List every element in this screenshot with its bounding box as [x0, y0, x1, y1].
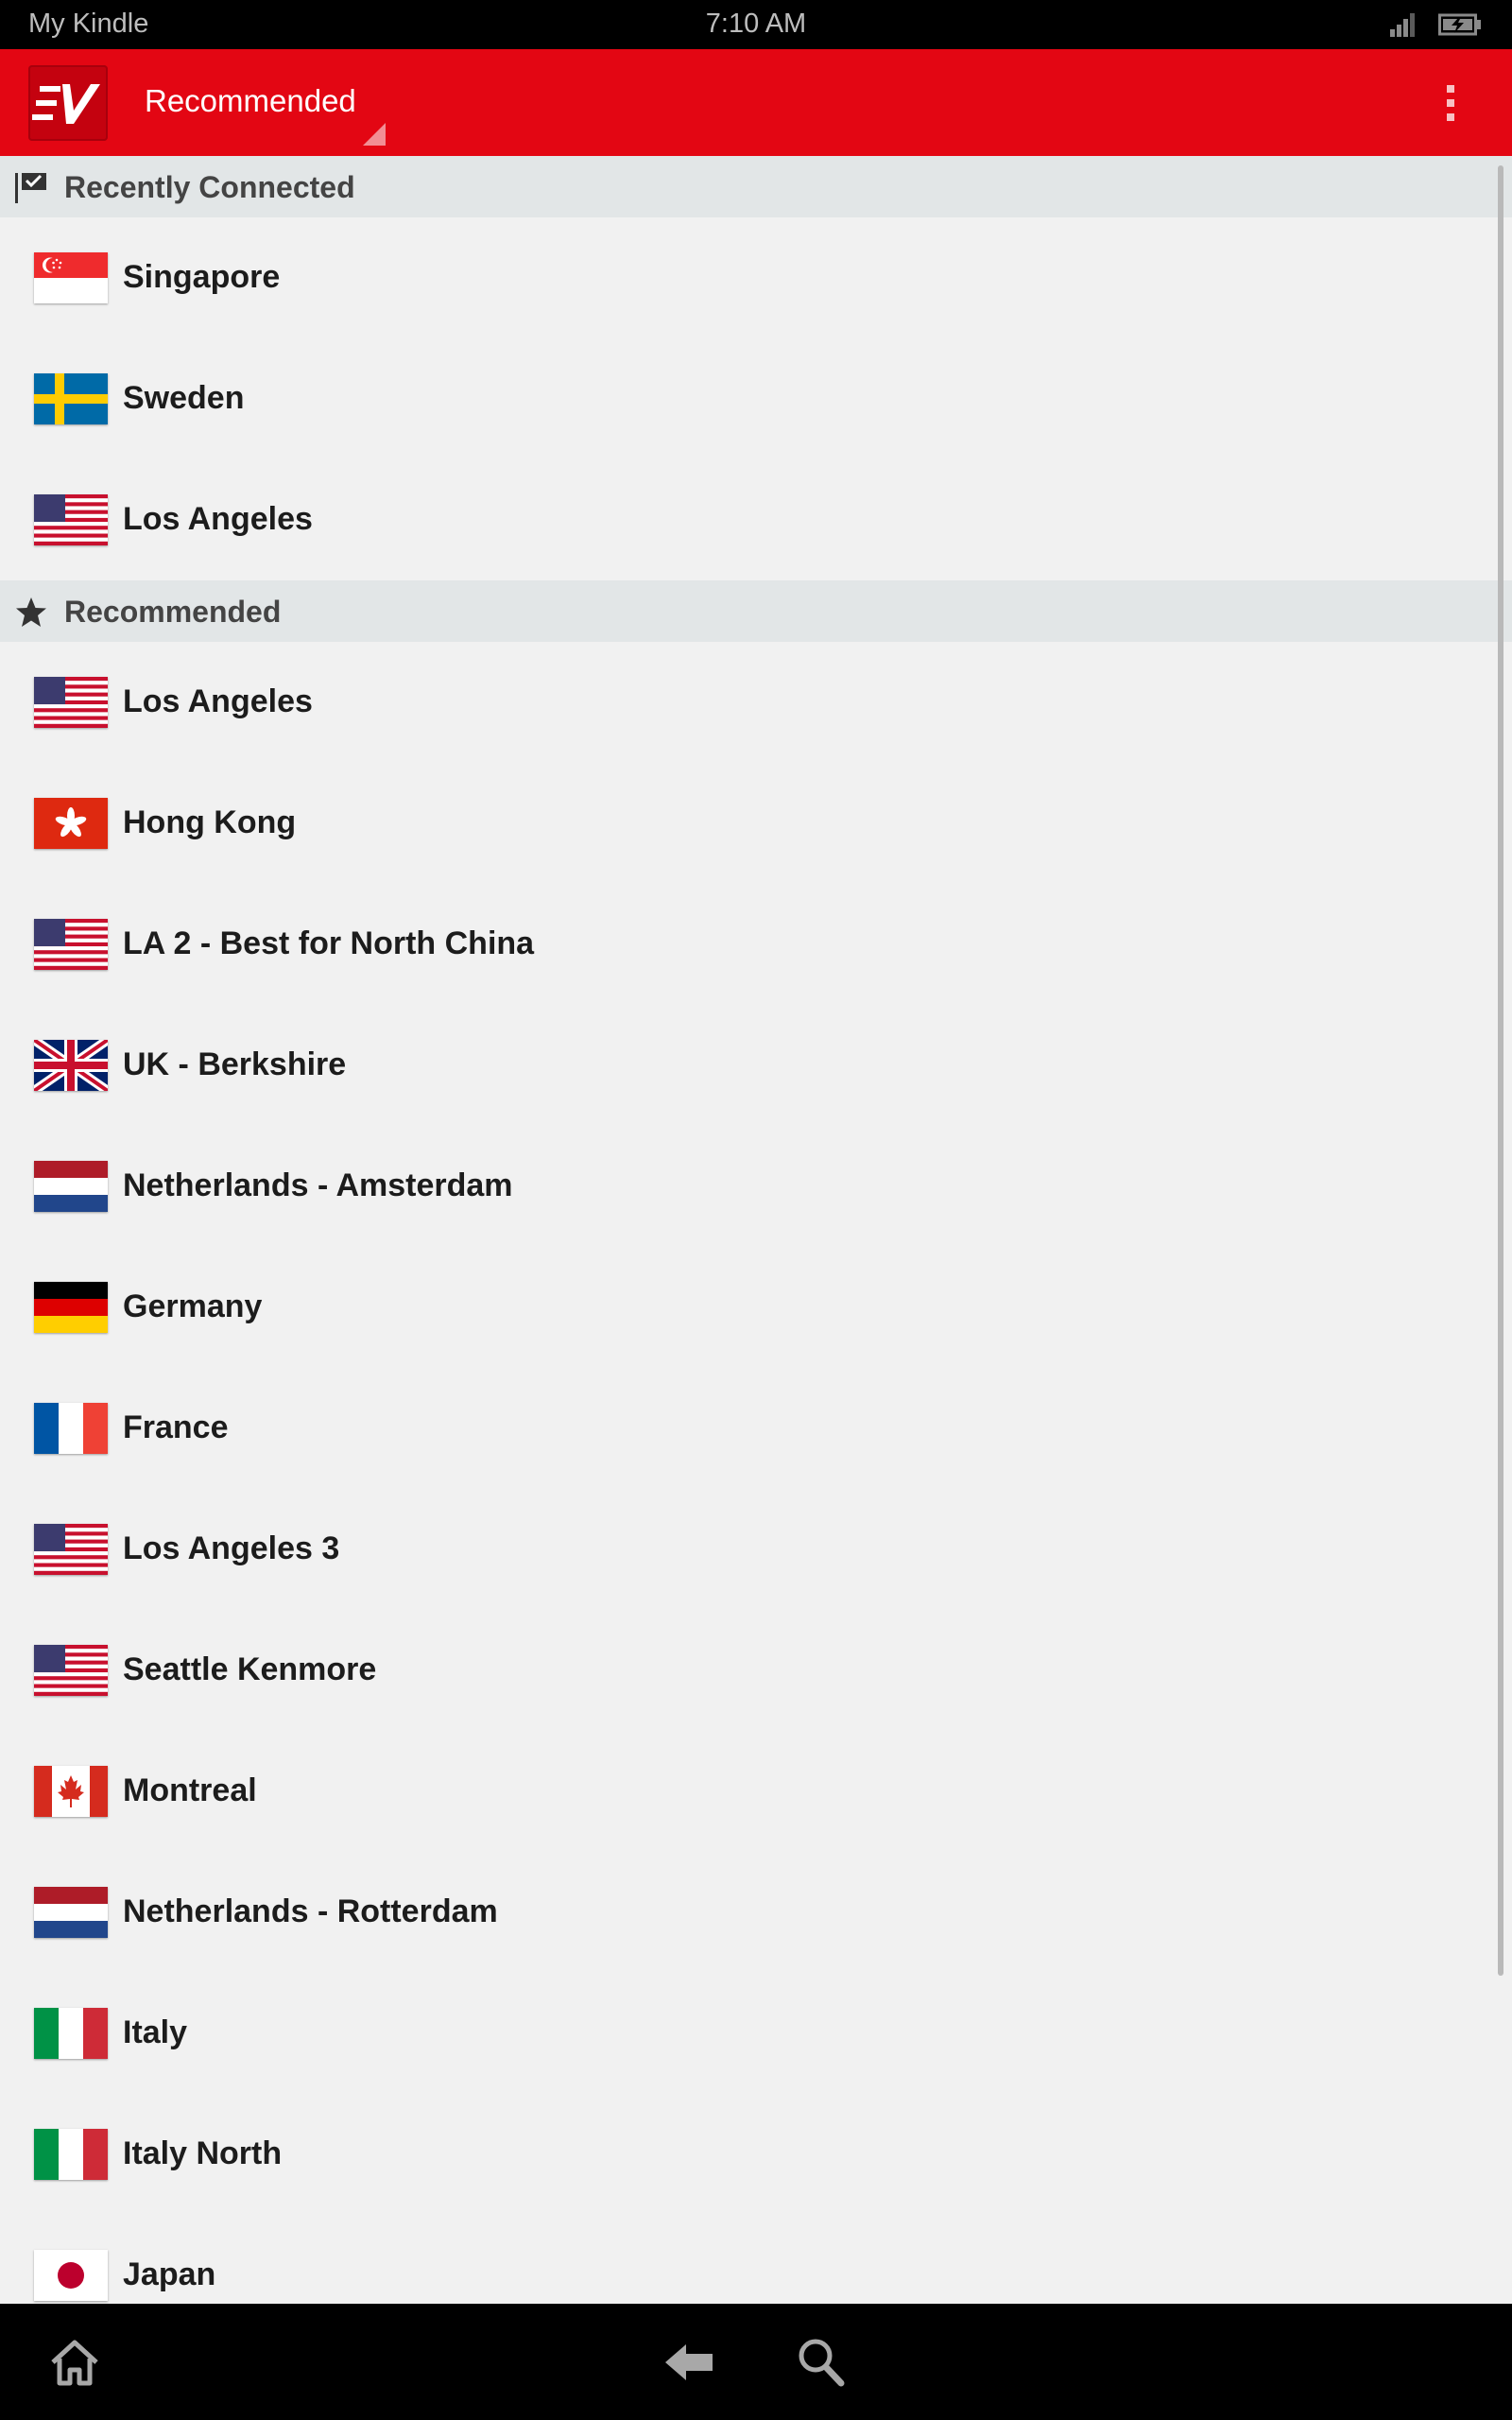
location-label: Los Angeles [123, 683, 313, 719]
location-item[interactable]: Netherlands - Amsterdam [0, 1126, 1512, 1247]
location-label: Seattle Kenmore [123, 1651, 377, 1687]
location-label: Singapore [123, 259, 281, 295]
location-item[interactable]: Seattle Kenmore [0, 1610, 1512, 1731]
location-label: Japan [123, 2256, 216, 2292]
usa-flag-icon [34, 1645, 108, 1696]
status-bar: My Kindle 7:10 AM [0, 0, 1512, 49]
home-icon[interactable] [49, 2338, 100, 2387]
italy-flag-icon [34, 2008, 108, 2059]
search-icon[interactable] [796, 2336, 845, 2387]
location-item[interactable]: France [0, 1368, 1512, 1489]
list-scrollbar[interactable] [1498, 165, 1503, 1976]
netherlands-flag-icon [34, 1161, 108, 1212]
star-icon [16, 597, 46, 627]
overflow-menu-icon[interactable] [1436, 70, 1465, 136]
location-item[interactable]: Japan [0, 2215, 1512, 2304]
usa-flag-icon [34, 677, 108, 728]
location-label: Netherlands - Amsterdam [123, 1167, 513, 1203]
location-label: France [123, 1409, 229, 1445]
location-item[interactable]: Netherlands - Rotterdam [0, 1852, 1512, 1973]
location-label: Italy [123, 2014, 188, 2050]
app-bar: Recommended [0, 49, 1512, 156]
location-item[interactable]: UK - Berkshire [0, 1005, 1512, 1126]
section-header-recently-connected: Recently Connected [0, 156, 1512, 217]
location-label: Sweden [123, 380, 245, 416]
usa-flag-icon [34, 1524, 108, 1575]
location-item[interactable]: Los Angeles [0, 459, 1512, 580]
back-icon[interactable] [663, 2342, 714, 2383]
location-item[interactable]: Italy North [0, 2094, 1512, 2215]
hong-kong-flag-icon [34, 798, 108, 849]
sweden-flag-icon [34, 373, 108, 424]
location-label: Hong Kong [123, 804, 297, 840]
location-label: Los Angeles [123, 501, 313, 537]
italy-flag-icon [34, 2129, 108, 2180]
canada-flag-icon [34, 1766, 108, 1817]
location-item[interactable]: Sweden [0, 338, 1512, 459]
location-item[interactable]: Italy [0, 1973, 1512, 2094]
battery-charging-icon [1438, 13, 1481, 36]
location-label: Italy North [123, 2135, 283, 2171]
usa-flag-icon [34, 494, 108, 545]
location-label: Los Angeles 3 [123, 1530, 340, 1566]
location-label: UK - Berkshire [123, 1046, 347, 1082]
uk-flag-icon [34, 1040, 108, 1091]
expressvpn-logo-icon[interactable] [28, 65, 108, 141]
section-label: Recently Connected [64, 170, 355, 204]
location-item[interactable]: Singapore [0, 217, 1512, 338]
location-item[interactable]: Montreal [0, 1731, 1512, 1852]
location-label: Germany [123, 1288, 263, 1324]
france-flag-icon [34, 1403, 108, 1454]
section-label: Recommended [64, 595, 282, 629]
location-item[interactable]: Los Angeles 3 [0, 1489, 1512, 1610]
location-label: Netherlands - Rotterdam [123, 1893, 498, 1929]
view-spinner[interactable]: Recommended [145, 83, 356, 119]
location-label: Montreal [123, 1772, 257, 1808]
location-item[interactable]: Germany [0, 1247, 1512, 1368]
spinner-indicator [363, 123, 386, 146]
flag-check-icon [15, 173, 46, 203]
netherlands-flag-icon [34, 1887, 108, 1938]
status-time: 7:10 AM [705, 9, 807, 39]
singapore-flag-icon [34, 252, 108, 303]
location-item[interactable]: Hong Kong [0, 763, 1512, 884]
japan-flag-icon [34, 2250, 108, 2301]
location-item[interactable]: Los Angeles [0, 642, 1512, 763]
navigation-bar [0, 2304, 1512, 2420]
location-item[interactable]: LA 2 - Best for North China [0, 884, 1512, 1005]
section-header-recommended: Recommended [0, 580, 1512, 642]
location-label: LA 2 - Best for North China [123, 925, 535, 961]
germany-flag-icon [34, 1282, 108, 1333]
location-list[interactable]: Recently Connected Singapore Sweden Los … [0, 156, 1512, 2304]
signal-icon [1390, 13, 1415, 37]
usa-flag-icon [34, 919, 108, 970]
